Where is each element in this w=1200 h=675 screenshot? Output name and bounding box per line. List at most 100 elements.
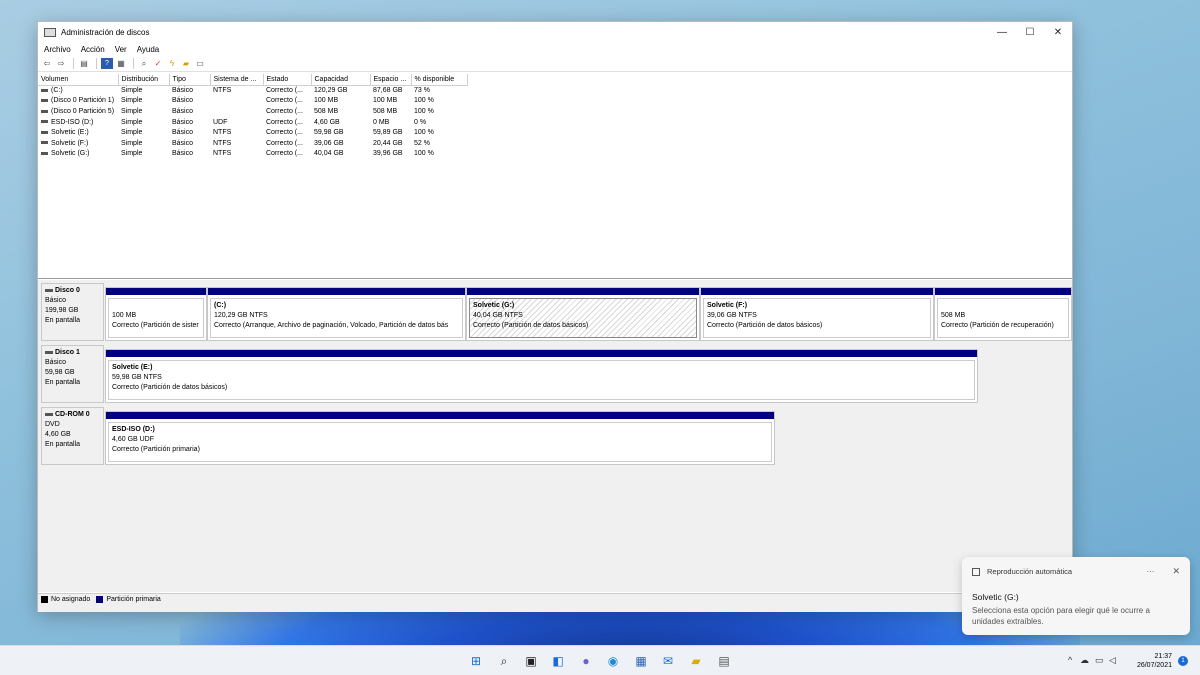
- table-row[interactable]: (Disco 0 Partición 1) Simple Básico Corr…: [38, 96, 467, 107]
- col-header-disponible[interactable]: % disponible: [411, 74, 468, 86]
- legend-label: No asignado: [51, 596, 91, 603]
- partition-bar: [467, 288, 699, 295]
- col-header-tipo[interactable]: Tipo: [169, 74, 211, 86]
- menu-ver[interactable]: Ver: [115, 45, 127, 54]
- menu-ayuda[interactable]: Ayuda: [137, 45, 160, 54]
- notification-badge[interactable]: 1: [1178, 656, 1188, 666]
- disk-management-icon: [44, 27, 56, 37]
- forward-arrow-icon[interactable]: ⇨: [55, 58, 67, 69]
- table-cell: 100 %: [414, 107, 434, 115]
- start-icon[interactable]: ⊞: [468, 653, 484, 669]
- connect-icon[interactable]: ⌕: [138, 58, 150, 69]
- partition-block[interactable]: 508 MB Correcto (Partición de recuperaci…: [934, 287, 1072, 341]
- notification-header: Reproducción automática ··· ✕: [972, 566, 1180, 577]
- volume-cell: (C:): [38, 85, 118, 96]
- table-cell: Básico: [172, 139, 194, 147]
- volume-icon[interactable]: ◁: [1109, 655, 1116, 666]
- task-view-icon[interactable]: ▣: [523, 653, 539, 669]
- table-cell: 100 MB: [314, 97, 339, 105]
- console-tree-icon[interactable]: ▤: [78, 58, 90, 69]
- table-row[interactable]: ESD-ISO (D:) Simple Básico UDF Correcto …: [38, 117, 467, 128]
- volume-cell: Solvetic (G:): [38, 149, 118, 160]
- lightning-icon[interactable]: ϟ: [166, 58, 178, 69]
- table-row[interactable]: Solvetic (G:) Simple Básico NTFS Correct…: [38, 149, 467, 160]
- disk-label-1[interactable]: Disco 1 Básico 59,98 GB En pantalla: [41, 345, 104, 403]
- partition-block-selected[interactable]: Solvetic (G:) 40,04 GB NTFS Correcto (Pa…: [466, 287, 700, 341]
- table-row[interactable]: Solvetic (E:) Simple Básico NTFS Correct…: [38, 127, 467, 138]
- file-explorer-icon[interactable]: ▰: [688, 653, 704, 669]
- clock[interactable]: 21:37 26/07/2021: [1122, 652, 1172, 670]
- menu-archivo[interactable]: Archivo: [44, 45, 71, 54]
- close-notification-button[interactable]: ✕: [1172, 566, 1180, 577]
- close-button[interactable]: ✕: [1044, 22, 1072, 42]
- disk-label-cdrom[interactable]: CD-ROM 0 DVD 4,60 GB En pantalla: [41, 407, 104, 465]
- table-cell: Básico: [172, 118, 194, 126]
- partition-block[interactable]: 100 MB Correcto (Partición de sister: [105, 287, 207, 341]
- partition-block[interactable]: ESD-ISO (D:) 4,60 GB UDF Correcto (Parti…: [105, 411, 775, 465]
- partition-block[interactable]: Solvetic (F:) 39,06 GB NTFS Correcto (Pa…: [700, 287, 934, 341]
- col-header-volumen[interactable]: Volumen: [38, 74, 119, 86]
- help-icon[interactable]: ?: [101, 58, 113, 69]
- table-cell: Correcto (...: [266, 107, 303, 115]
- notification-title: Solvetic (G:): [972, 592, 1019, 602]
- table-cell: Básico: [172, 97, 194, 105]
- mail-icon[interactable]: ✉: [660, 653, 676, 669]
- check-icon[interactable]: ✓: [152, 58, 164, 69]
- table-cell: Correcto (...: [266, 129, 303, 137]
- toolbar-divider: [96, 58, 97, 69]
- disk-management-taskbar-icon[interactable]: ▤: [716, 653, 732, 669]
- table-cell: NTFS: [213, 139, 232, 147]
- col-header-capacidad[interactable]: Capacidad: [311, 74, 371, 86]
- status-bar: [38, 605, 1072, 612]
- col-header-distribucion[interactable]: Distribución: [118, 74, 170, 86]
- chat-icon[interactable]: ●: [578, 653, 594, 669]
- view-icon[interactable]: ▭: [194, 58, 206, 69]
- store-icon[interactable]: ▦: [633, 653, 649, 669]
- partition-bar: [106, 288, 206, 295]
- legend: No asignado Partición primaria: [38, 593, 1072, 605]
- table-cell: 20,44 GB: [373, 139, 403, 147]
- col-header-espacio[interactable]: Espacio ...: [370, 74, 412, 86]
- maximize-button[interactable]: ☐: [1016, 22, 1044, 42]
- legend-label: Partición primaria: [106, 596, 161, 603]
- col-header-estado[interactable]: Estado: [263, 74, 312, 86]
- table-cell: 508 MB: [373, 107, 398, 115]
- search-icon[interactable]: ⌕: [496, 653, 512, 669]
- properties-icon[interactable]: ▦: [115, 58, 127, 69]
- more-options-button[interactable]: ···: [1146, 567, 1154, 576]
- col-header-sistema[interactable]: Sistema de ...: [210, 74, 264, 86]
- table-cell: Básico: [172, 129, 194, 137]
- cloud-icon[interactable]: ☁: [1080, 655, 1089, 666]
- table-cell: 100 MB: [373, 97, 398, 105]
- partition-info: Solvetic (E:) 59,98 GB NTFS Correcto (Pa…: [108, 360, 975, 400]
- toolbar-divider: [73, 58, 74, 69]
- title-bar[interactable]: Administración de discos — ☐ ✕: [38, 22, 1072, 42]
- table-cell: Correcto (...: [266, 118, 303, 126]
- table-cell: 508 MB: [314, 107, 339, 115]
- chevron-up-icon[interactable]: ^: [1068, 655, 1072, 665]
- back-arrow-icon[interactable]: ⇦: [41, 58, 53, 69]
- edge-icon[interactable]: ◉: [605, 653, 621, 669]
- volume-icon: [41, 130, 48, 134]
- table-row[interactable]: Solvetic (F:) Simple Básico NTFS Correct…: [38, 138, 467, 149]
- table-row[interactable]: (Disco 0 Partición 5) Simple Básico Corr…: [38, 106, 467, 117]
- menu-accion[interactable]: Acción: [81, 45, 105, 54]
- disk-label-0[interactable]: Disco 0 Básico 199,98 GB En pantalla: [41, 283, 104, 341]
- time-text: 21:37: [1154, 653, 1172, 660]
- volume-icon: [41, 141, 48, 145]
- network-icon[interactable]: ▭: [1095, 655, 1104, 666]
- notification-app-name: Reproducción automática: [987, 567, 1073, 576]
- table-cell: Básico: [172, 87, 194, 95]
- partition-info: 508 MB Correcto (Partición de recuperaci…: [937, 298, 1069, 338]
- autoplay-notification[interactable]: Reproducción automática ··· ✕ Solvetic (…: [962, 557, 1190, 635]
- folder-icon[interactable]: ▰: [180, 58, 192, 69]
- autoplay-icon: [972, 567, 980, 576]
- table-row[interactable]: (C:) Simple Básico NTFS Correcto (... 12…: [38, 85, 467, 96]
- partition-block[interactable]: (C:) 120,29 GB NTFS Correcto (Arranque, …: [207, 287, 466, 341]
- volume-list: Volumen Distribución Tipo Sistema de ...…: [38, 74, 1072, 279]
- minimize-button[interactable]: —: [988, 22, 1016, 42]
- partition-block[interactable]: Solvetic (E:) 59,98 GB NTFS Correcto (Pa…: [105, 349, 978, 403]
- partition-info: ESD-ISO (D:) 4,60 GB UDF Correcto (Parti…: [108, 422, 772, 462]
- notification-body[interactable]: Solvetic (G:) Selecciona esta opción par…: [972, 592, 1180, 627]
- widgets-icon[interactable]: ◧: [550, 653, 566, 669]
